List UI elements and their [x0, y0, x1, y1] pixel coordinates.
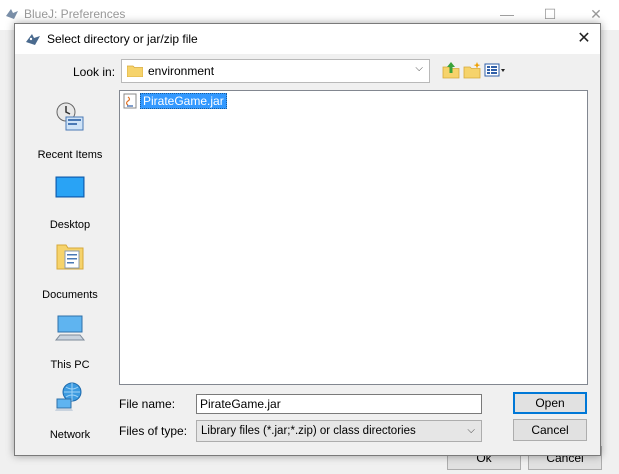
file-name: PirateGame.jar	[140, 93, 227, 109]
maximize-icon[interactable]: ☐	[540, 5, 560, 23]
background-close-icon[interactable]: ✕	[586, 5, 606, 23]
place-documents[interactable]: Documents	[25, 241, 115, 307]
chevron-down-icon: ⌵	[467, 425, 475, 436]
list-item[interactable]: PirateGame.jar	[122, 93, 227, 109]
bluej-dialog-icon	[26, 34, 40, 45]
dialog-titlebar: Select directory or jar/zip file ✕	[15, 24, 600, 54]
place-label: This PC	[50, 359, 90, 371]
close-icon[interactable]: ✕	[574, 29, 594, 49]
view-menu-icon[interactable]	[484, 60, 506, 80]
minimize-icon[interactable]: —	[497, 5, 517, 23]
place-label: Network	[49, 429, 91, 441]
place-label: Documents	[42, 289, 98, 301]
files-of-type-combo[interactable]: Library files (*.jar;*.zip) or class dir…	[196, 420, 482, 442]
place-label: Recent Items	[37, 149, 103, 161]
network-icon	[55, 382, 82, 411]
look-in-combo[interactable]: environment ⌵	[121, 59, 430, 83]
bluej-app-icon	[6, 9, 18, 19]
file-name-input[interactable]	[196, 394, 482, 414]
jar-file-icon	[123, 93, 137, 109]
file-name-label: File name:	[119, 397, 176, 411]
place-label: Desktop	[49, 219, 91, 231]
file-list[interactable]: PirateGame.jar	[119, 90, 588, 385]
files-of-type-value: Library files (*.jar;*.zip) or class dir…	[201, 425, 416, 437]
up-folder-icon[interactable]	[441, 60, 461, 80]
open-button[interactable]: Open	[513, 392, 587, 414]
chevron-down-icon: ⌵	[415, 63, 423, 74]
place-this-pc[interactable]: This PC	[25, 311, 115, 377]
place-network[interactable]: Network	[25, 381, 115, 447]
background-window-title: BlueJ: Preferences	[24, 7, 126, 21]
folder-icon	[127, 65, 143, 77]
places-bar: Recent Items Desktop Documents This PC N…	[25, 87, 115, 450]
cancel-button[interactable]: Cancel	[513, 419, 587, 441]
documents-icon	[56, 244, 84, 270]
look-in-label: Look in:	[73, 65, 116, 79]
desktop-icon	[55, 176, 85, 198]
files-of-type-label: Files of type:	[119, 424, 188, 438]
look-in-value: environment	[148, 64, 215, 78]
file-chooser-dialog: Select directory or jar/zip file ✕ Look …	[14, 23, 601, 456]
dialog-title: Select directory or jar/zip file	[47, 32, 198, 46]
new-folder-icon[interactable]	[462, 60, 482, 80]
place-desktop[interactable]: Desktop	[25, 171, 115, 237]
recent-items-icon	[56, 102, 84, 131]
this-pc-icon	[54, 315, 86, 341]
place-recent-items[interactable]: Recent Items	[25, 101, 115, 167]
